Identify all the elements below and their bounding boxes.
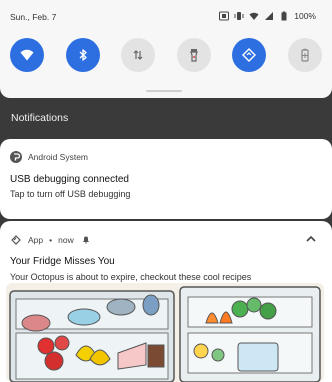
notification-app-row: App • now [10,234,92,246]
separator-dot: • [49,235,53,245]
android-system-icon [10,151,22,163]
wifi-tile[interactable] [10,38,44,72]
wifi-icon [20,49,34,61]
notification-app-name: Android System [28,152,88,162]
data-transfer-icon [133,50,143,60]
notifications-title: Notifications [11,112,69,124]
drag-handle[interactable] [146,90,182,92]
notification-body: Tap to turn off USB debugging [10,189,131,199]
status-date: Sun., Feb. 7 [10,12,57,22]
bluetooth-icon [79,49,87,61]
flashlight-tile[interactable] [177,38,211,72]
notification-title: USB debugging connected [10,174,129,185]
flashlight-icon [190,49,198,62]
app-notification-icon [11,235,21,245]
quick-settings-panel: Sun., Feb. 7 100% [0,0,332,98]
auto-rotate-tile[interactable] [232,38,266,72]
collapse-chevron-icon[interactable] [304,232,318,246]
notification-body: Your Octopus is about to expire, checkou… [10,272,252,282]
battery-saver-tile[interactable] [288,38,322,72]
notification-title: Your Fridge Misses You [10,256,115,267]
notification-app-row: Android System [10,151,88,163]
notifications-header: Notifications [0,100,332,134]
notification-usb-debugging[interactable]: Android System USB debugging connected T… [0,139,332,219]
cell-signal-icon [265,12,274,20]
rotate-icon [242,48,256,62]
battery-icon [281,11,287,21]
nfc-icon [219,11,230,21]
bluetooth-tile[interactable] [66,38,100,72]
data-tile[interactable] [121,38,155,72]
notification-app-name: App [28,235,44,245]
quick-tiles [10,38,322,72]
notification-time: now [58,235,74,245]
alert-bell-icon [82,236,89,244]
battery-percent: 100% [294,11,316,21]
battery-saver-icon [301,48,309,62]
fridge-illustration [6,283,324,382]
wifi-signal-icon [249,12,259,20]
status-icons: 100% [219,11,316,21]
notification-fridge[interactable]: App • now Your Fridge Misses You Your Oc… [0,221,332,382]
vibrate-icon [234,12,244,20]
